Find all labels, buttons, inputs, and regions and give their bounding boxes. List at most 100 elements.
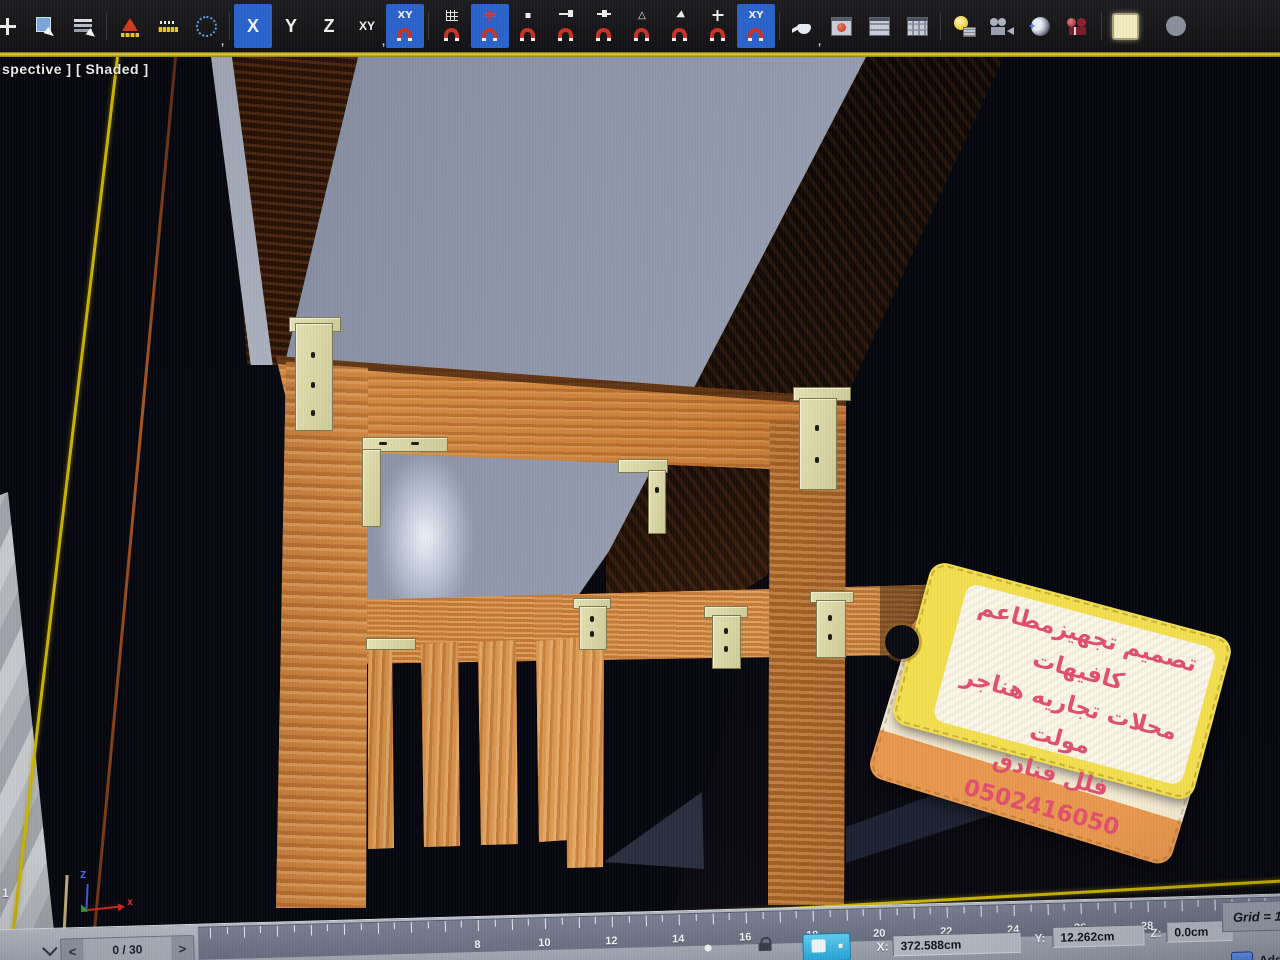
ruler-label: 12 — [605, 935, 618, 947]
y-coordinate-field[interactable]: 12.262cm — [1052, 924, 1145, 948]
bracket-right-post — [799, 398, 837, 490]
ruler-tick — [1014, 905, 1015, 916]
render-teapot-icon[interactable]: , — [784, 4, 822, 48]
ruler-tick — [796, 911, 797, 918]
endpoint-snap-icon[interactable] — [547, 4, 585, 48]
bracket-endpost — [579, 606, 607, 650]
ruler-tick — [1114, 902, 1115, 913]
chevron-down-icon[interactable] — [42, 941, 58, 957]
render-frame-setup-icon[interactable] — [898, 4, 936, 48]
select-object-icon[interactable] — [26, 4, 64, 48]
ruler-tick — [294, 925, 295, 932]
preview-camera-icon[interactable] — [983, 4, 1021, 48]
video-post-icon[interactable] — [1059, 4, 1097, 48]
move-tool-icon[interactable] — [0, 4, 26, 48]
ruler-label: 10 — [538, 937, 551, 949]
partial-round-icon[interactable] — [1144, 4, 1182, 48]
bracket-beam-left-drop — [362, 449, 381, 527]
pivot-snap-icon[interactable] — [699, 4, 737, 48]
soft-selection-icon[interactable]: , — [187, 4, 225, 48]
bracket-slat-lip — [366, 638, 416, 650]
ruler-tick — [813, 911, 814, 922]
previous-frame-button[interactable]: < — [61, 939, 84, 960]
toolbar-separator — [424, 4, 433, 48]
viewport-canvas[interactable]: Z x spective ] [ Shaded ] 1 2 — [0, 57, 1280, 960]
face-snap-icon[interactable]: △ — [623, 4, 661, 48]
add-time-tag-label[interactable]: Add Time T — [1259, 951, 1280, 960]
y-coordinate-label: Y: — [1034, 931, 1045, 945]
rendered-frame-window-button[interactable] — [1106, 4, 1144, 48]
render-setup-icon[interactable] — [860, 4, 898, 48]
ruler-tick — [1198, 900, 1199, 907]
ruler-tick — [645, 915, 646, 926]
snaps-toggle-icon[interactable] — [471, 4, 509, 48]
ruler-tick — [679, 914, 680, 925]
axis-gizmo-x-label: x — [127, 897, 133, 908]
ruler-tick — [779, 912, 780, 923]
ruler-tick — [1131, 902, 1132, 909]
ruler-tick — [494, 919, 495, 926]
ruler-tick — [277, 926, 278, 937]
ruler-tick — [729, 913, 730, 920]
ruler-label: 14 — [672, 933, 685, 945]
absolute-mode-toggle[interactable] — [802, 933, 851, 960]
x-coordinate-label: X: — [876, 940, 888, 954]
selection-lock-icon[interactable] — [758, 937, 771, 951]
ruler-tick — [1181, 900, 1182, 911]
ruler-tick — [561, 918, 562, 925]
next-frame-button[interactable]: > — [171, 936, 194, 960]
snap-xy-toggle-icon[interactable]: XY — [386, 4, 424, 48]
ruler-tick — [863, 909, 864, 916]
ruler-tick — [478, 920, 479, 931]
ruler-tick — [746, 912, 747, 923]
ruler-tick — [260, 926, 261, 933]
ruler-label: 8 — [474, 939, 480, 951]
select-by-name-icon[interactable] — [64, 4, 102, 48]
place-tool-icon[interactable] — [111, 4, 149, 48]
cone-snap-icon[interactable]: ◀ — [661, 4, 699, 48]
material-editor-icon[interactable] — [822, 4, 860, 48]
midpoint-snap-icon[interactable] — [585, 4, 623, 48]
ruler-tick — [997, 905, 998, 912]
ruler-tick — [327, 924, 328, 931]
ruler-tick — [444, 921, 445, 932]
environment-icon[interactable] — [1021, 4, 1059, 48]
ruler-tick — [411, 922, 412, 933]
light-lister-icon[interactable] — [945, 4, 983, 48]
ruler-tick — [712, 913, 713, 924]
axis-gizmo-z-label: Z — [80, 870, 86, 881]
viewport-label[interactable]: spective ] [ Shaded ] — [2, 61, 149, 77]
ruler-tick — [913, 908, 914, 919]
z-coordinate-label: Z: — [1150, 926, 1162, 940]
ruler-label: 20 — [873, 928, 886, 940]
ruler-tick — [662, 915, 663, 922]
ruler-tick — [545, 918, 546, 929]
x-coordinate-field[interactable]: 372.588cm — [892, 932, 1021, 957]
axis-constraint-y-button[interactable]: Y — [272, 4, 310, 48]
ruler-tick — [695, 914, 696, 921]
ruler-tick — [963, 906, 964, 913]
add-time-tag-icon[interactable] — [1231, 951, 1254, 960]
viewport-top-border — [0, 52, 1280, 57]
time-slider[interactable]: < 0 / 30 > — [60, 935, 195, 960]
current-frame-display[interactable]: 0 / 30 — [83, 937, 172, 960]
axis-constraint-z-button[interactable]: Z — [310, 4, 348, 48]
ruler-tick — [528, 919, 529, 926]
ruler-tick — [896, 908, 897, 915]
ruler-tick — [762, 912, 763, 919]
toolbar: ,XYZXY,XY△◀XY, — [0, 0, 1280, 52]
axis-constraint-xy-button[interactable]: XY, — [348, 4, 386, 48]
ruler-tick — [1097, 903, 1098, 910]
ruler-tick — [461, 920, 462, 927]
grid-snap-icon[interactable] — [433, 4, 471, 48]
axis-constraint-x-button[interactable]: X — [234, 4, 272, 48]
angle-snap-xy-icon[interactable]: XY — [737, 4, 775, 48]
ruler-tick — [1047, 904, 1048, 915]
axis-gizmo-x — [88, 906, 120, 911]
ruler-tick — [210, 927, 211, 938]
vertex-snap-icon[interactable] — [509, 4, 547, 48]
screenshot-root: ,XYZXY,XY△◀XY, — [0, 0, 1280, 960]
ruler-tick — [361, 923, 362, 930]
measure-ruler-icon[interactable] — [149, 4, 187, 48]
ruler-tick — [1080, 903, 1081, 914]
